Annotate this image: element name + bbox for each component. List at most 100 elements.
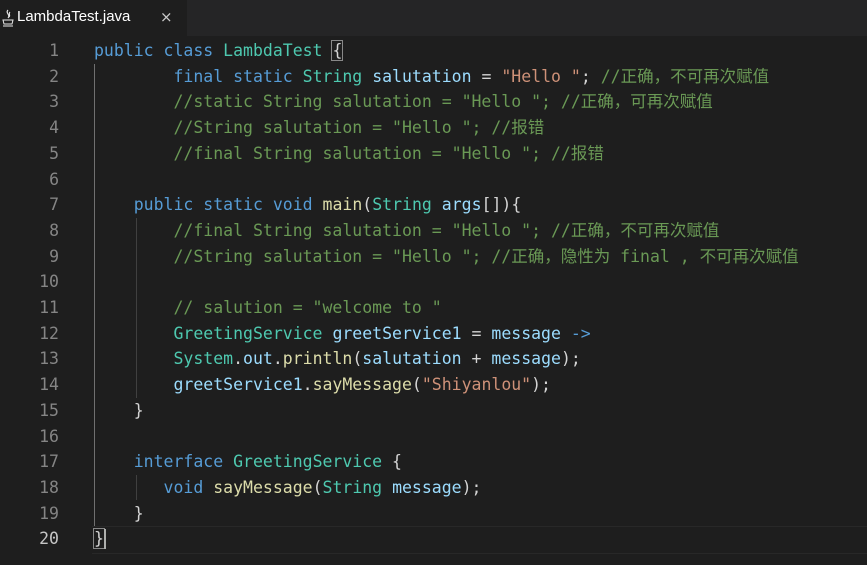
function-token: sayMessage — [213, 477, 313, 497]
punctuation-token — [154, 41, 164, 60]
keyword-token: void — [272, 195, 313, 215]
line-number: 4 — [49, 118, 59, 138]
code-text[interactable]: //String salutation = "Hello "; //正确，隐性为… — [94, 244, 798, 270]
code-line[interactable]: 1 public class LambdaTest { — [0, 38, 867, 64]
editor-tab[interactable]: LambdaTest.java × — [0, 0, 187, 36]
variable-token: message — [491, 349, 561, 369]
punctuation-token: ( — [362, 195, 373, 215]
punctuation-token — [213, 41, 223, 60]
line-number: 16 — [39, 426, 59, 446]
code-line[interactable]: 13 System.out.println(salutation + messa… — [0, 346, 867, 372]
line-number: 17 — [39, 452, 59, 472]
keyword-token: public — [94, 41, 154, 60]
line-number: 3 — [49, 92, 59, 112]
code-line[interactable]: 2 final static String salutation = "Hell… — [0, 64, 867, 90]
code-line[interactable]: 11 // salution = "welcome to " — [0, 295, 867, 321]
code-line[interactable]: 10 — [0, 269, 867, 295]
punctuation-token — [193, 195, 203, 214]
code-line[interactable]: 12 GreetingService greetService1 = messa… — [0, 321, 867, 347]
punctuation-token — [203, 478, 213, 497]
code-text[interactable]: //final String salutation = "Hello "; //… — [94, 141, 603, 167]
variable-token: greetService1 — [332, 323, 462, 343]
code-text[interactable]: interface GreetingService { — [94, 449, 402, 475]
line-number: 19 — [39, 503, 59, 523]
punctuation-token: ; — [580, 66, 601, 86]
code-text[interactable]: public static void main(String args[]){ — [94, 192, 522, 218]
java-file-icon — [2, 9, 14, 27]
line-number: 13 — [39, 349, 59, 369]
punctuation-token — [94, 375, 173, 394]
matched-bracket: } — [93, 528, 105, 550]
code-text[interactable]: //String salutation = "Hello "; //报错 — [94, 115, 544, 141]
punctuation-token — [362, 67, 372, 86]
code-editor[interactable]: 1 public class LambdaTest {2 final static… — [0, 38, 867, 565]
code-text[interactable]: System.out.println(salutation + message)… — [94, 346, 581, 372]
tab-bar: LambdaTest.java × — [0, 0, 867, 36]
punctuation-token: ( — [312, 477, 323, 497]
keyword-token: static — [233, 66, 293, 86]
punctuation-token — [263, 195, 273, 214]
keyword-token: void — [163, 477, 204, 497]
code-line[interactable]: 18 void sayMessage(String message); — [0, 475, 867, 501]
punctuation-token: ( — [352, 349, 363, 369]
code-text[interactable]: //static String salutation = "Hello "; /… — [94, 89, 713, 115]
variable-token: out — [243, 349, 273, 369]
code-text[interactable]: public class LambdaTest { — [94, 38, 344, 64]
code-text[interactable]: } — [94, 501, 144, 527]
punctuation-token — [94, 221, 173, 240]
code-line[interactable]: 19 } — [0, 501, 867, 527]
code-line[interactable]: 4 //String salutation = "Hello "; //报错 — [0, 115, 867, 141]
line-number: 7 — [49, 195, 59, 215]
punctuation-token: = — [461, 323, 492, 343]
matched-bracket: { — [331, 40, 344, 61]
close-icon[interactable]: × — [160, 8, 173, 26]
punctuation-token — [323, 324, 333, 343]
line-number: 14 — [39, 375, 59, 395]
code-line[interactable]: 17 interface GreetingService { — [0, 449, 867, 475]
punctuation-token: ); — [531, 375, 551, 395]
punctuation-token: . — [272, 349, 283, 369]
variable-token: greetService1 — [173, 375, 303, 395]
code-text[interactable]: void sayMessage(String message); — [94, 475, 482, 501]
code-line[interactable]: 15 } — [0, 398, 867, 424]
type-token: LambdaTest — [223, 41, 323, 60]
comment-token: //正确，不可再次赋值 — [600, 66, 770, 86]
code-line[interactable]: 6 — [0, 167, 867, 193]
code-text[interactable]: } — [94, 398, 144, 424]
type-token: GreetingService — [173, 323, 323, 343]
code-text[interactable]: } — [93, 526, 105, 552]
code-text[interactable]: greetService1.sayMessage("Shiyanlou"); — [94, 372, 551, 398]
punctuation-token: + — [461, 349, 492, 369]
code-line[interactable]: 9 //String salutation = "Hello "; //正确，隐… — [0, 244, 867, 270]
type-token: String — [302, 66, 363, 86]
punctuation-token — [223, 67, 233, 86]
keyword-token: interface — [133, 452, 224, 472]
code-text[interactable]: GreetingService greetService1 = message … — [94, 321, 590, 347]
punctuation-token — [94, 195, 134, 214]
keyword-token: static — [203, 195, 263, 215]
variable-token: message — [392, 477, 462, 497]
code-text[interactable]: //final String salutation = "Hello "; //… — [94, 218, 719, 244]
punctuation-token: ); — [560, 349, 581, 369]
punctuation-token — [94, 67, 173, 86]
punctuation-token — [94, 298, 173, 317]
code-line[interactable]: 8 //final String salutation = "Hello "; … — [0, 218, 867, 244]
variable-token: salutation — [362, 349, 462, 369]
comment-token: // salution = "welcome to " — [173, 298, 442, 317]
code-line[interactable]: 16 — [0, 424, 867, 450]
punctuation-token: ); — [461, 477, 482, 497]
punctuation-token — [94, 92, 173, 111]
code-line[interactable]: 5 //final String salutation = "Hello "; … — [0, 141, 867, 167]
code-line[interactable]: 3 //static String salutation = "Hello ";… — [0, 89, 867, 115]
punctuation-token — [94, 144, 173, 163]
indent-guide-interface — [136, 475, 137, 500]
code-text[interactable]: final static String salutation = "Hello … — [94, 64, 769, 90]
code-text[interactable]: // salution = "welcome to " — [94, 295, 442, 321]
code-line[interactable]: 20} — [0, 526, 867, 552]
code-line[interactable]: 7 public static void main(String args[])… — [0, 192, 867, 218]
comment-token: //static String salutation = "Hello "; /… — [173, 92, 713, 112]
punctuation-token — [94, 478, 164, 497]
variable-token: salutation — [372, 66, 472, 86]
text-cursor — [104, 529, 106, 549]
code-line[interactable]: 14 greetService1.sayMessage("Shiyanlou")… — [0, 372, 867, 398]
